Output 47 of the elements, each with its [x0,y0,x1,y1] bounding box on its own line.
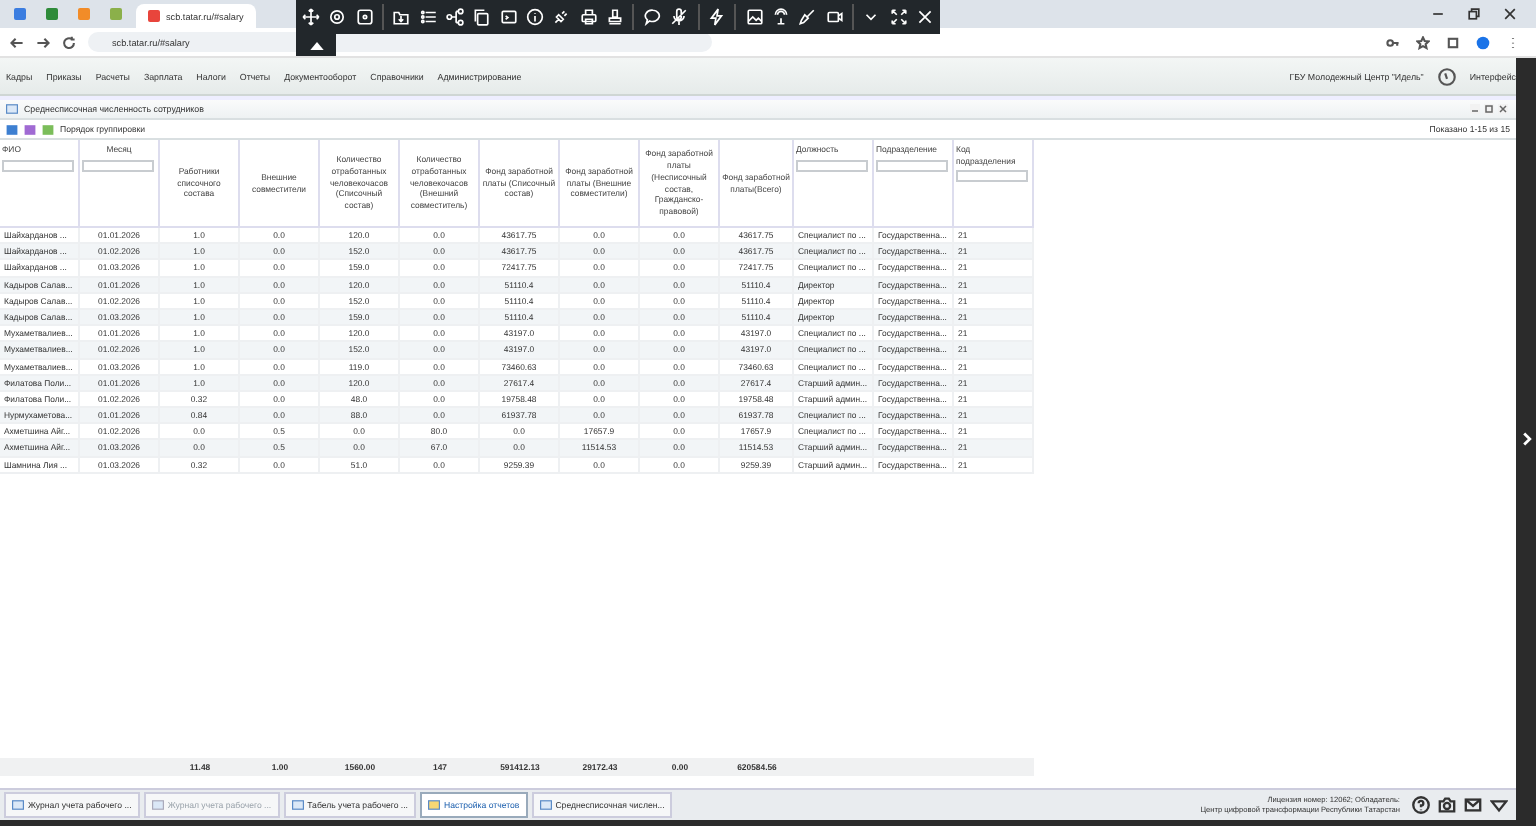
expand-icon[interactable] [889,8,908,26]
brush-icon[interactable] [798,8,817,26]
filter-field[interactable] [796,159,868,172]
maximize-icon[interactable] [1484,104,1494,114]
profile-icon[interactable] [1476,35,1490,49]
move-icon[interactable] [302,8,320,26]
star-icon[interactable] [1416,35,1430,49]
chat-icon[interactable] [643,8,662,26]
printer-icon[interactable] [579,8,598,26]
mail-icon[interactable] [1464,796,1482,814]
stamp-icon[interactable] [606,8,625,26]
minimize-icon[interactable] [1470,104,1480,114]
mic-off-icon[interactable] [670,8,689,26]
window-icon [539,800,552,810]
window-icon [428,800,440,810]
reload-icon[interactable] [62,35,76,49]
video-icon[interactable] [825,8,844,26]
minimize-icon[interactable] [1432,8,1444,20]
key-icon[interactable] [1386,35,1400,49]
forward-icon[interactable] [36,35,50,49]
window-icon [6,104,18,114]
filter-field[interactable] [876,159,948,172]
copy-icon[interactable] [472,8,491,26]
bolt-icon[interactable] [707,8,726,26]
restore-icon[interactable] [1468,8,1480,20]
help-icon[interactable] [1412,796,1430,814]
list-icon[interactable] [419,8,438,26]
clock-icon[interactable] [1437,67,1456,85]
window-icon [151,800,164,810]
chevron-right-icon[interactable] [1521,432,1531,446]
window-icon [12,800,24,810]
window-icon [291,800,304,810]
folder-icon[interactable] [392,8,411,26]
info-icon[interactable] [526,8,545,26]
terminal-icon[interactable] [499,8,518,26]
collapse-icon[interactable] [309,41,323,49]
plug-icon[interactable] [552,8,571,26]
filter-field[interactable] [956,170,1028,183]
close-icon[interactable] [1504,8,1516,20]
back-icon[interactable] [10,35,24,49]
share-icon[interactable] [446,8,465,26]
filter-field[interactable] [82,159,154,172]
filter-field[interactable] [2,159,74,172]
image-icon[interactable] [745,8,764,26]
browser-tab[interactable] [8,4,32,24]
dropdown-icon[interactable] [1490,796,1508,814]
browser-tab[interactable] [40,4,64,24]
